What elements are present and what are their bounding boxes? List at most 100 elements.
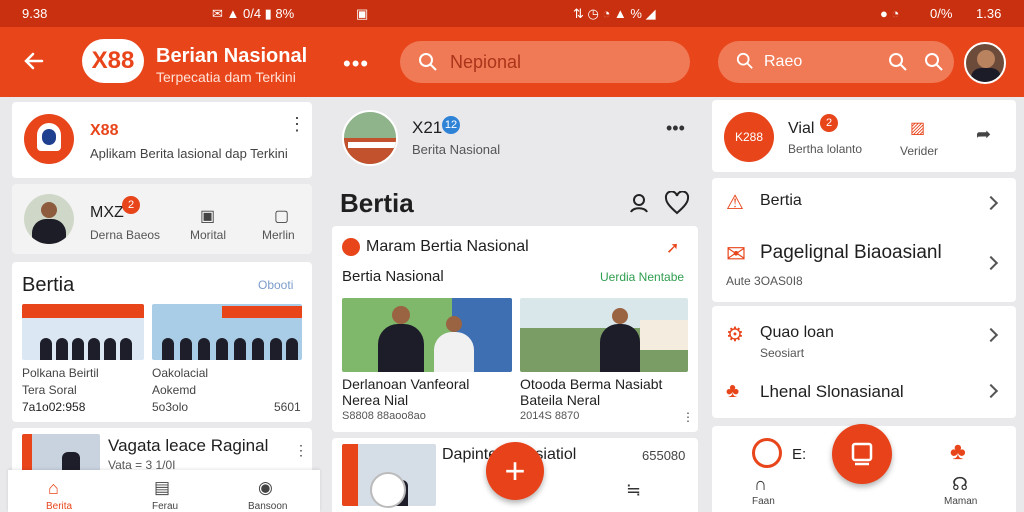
news-photo-2[interactable]: [152, 304, 302, 360]
notification-icon: ▣: [356, 6, 369, 21]
right-profile-card[interactable]: K288 Vial 2 Bertha lolanto ▨ Verider ➦: [712, 100, 1016, 172]
source-name: X21: [412, 118, 443, 137]
news2-title[interactable]: Oakolacial: [152, 366, 208, 380]
search-input-middle[interactable]: Nepional: [450, 52, 521, 73]
bell-icon[interactable]: ∩: [754, 474, 767, 495]
group-icon[interactable]: ☊: [952, 474, 968, 495]
user-row[interactable]: MXZ 2 Derna Baeos ▣ Morital ▢ Merlin: [12, 184, 312, 254]
more-vert-icon[interactable]: ⋮: [288, 115, 306, 133]
chevron-right-icon[interactable]: [983, 255, 999, 271]
share-icon[interactable]: ➚: [666, 238, 679, 258]
section-title: Bertia: [22, 274, 75, 296]
tablet-icon: [851, 442, 873, 466]
chevron-right-icon[interactable]: [983, 383, 999, 399]
profile-card[interactable]: X88 Aplikam Berita lasional dap Terkini …: [12, 102, 312, 178]
nav-item-bansoon[interactable]: Bansoon: [248, 501, 287, 512]
news2-sub: Aokemd: [152, 383, 197, 397]
list-item[interactable]: Vagata leace Raginal Vata = 3 1/0I ⋮: [12, 428, 312, 474]
chevron-right-icon[interactable]: [983, 327, 999, 343]
more-vert-icon[interactable]: ⋮: [294, 442, 308, 459]
more-dots-icon[interactable]: •••: [343, 51, 369, 77]
news1-meta: 7a1o02:958: [22, 400, 86, 414]
action-morital[interactable]: Morital: [190, 228, 226, 242]
status-icons-left: ✉ ▲ 0/4 ▮ 8%: [212, 6, 295, 21]
section-link[interactable]: Obooti: [258, 278, 293, 292]
search-icon[interactable]: [924, 52, 944, 72]
user-badge: 2: [122, 196, 140, 214]
app-subtitle: Terpecatia dam Terkini: [156, 69, 296, 85]
battery-text: 0/%: [930, 6, 953, 21]
profile-sub: Bertha lolanto: [788, 142, 863, 156]
menu-item-meta: Aute 3OAS0I8: [726, 274, 803, 288]
menu-item-bertia[interactable]: Bertia: [760, 192, 802, 210]
back-arrow-icon[interactable]: [22, 49, 46, 73]
search-icon[interactable]: [888, 52, 908, 72]
card-tag[interactable]: Uerdia Nentabe: [600, 270, 684, 284]
people-icon[interactable]: ♣: [950, 438, 966, 466]
search-icon: [419, 53, 437, 71]
nav-item-faan[interactable]: Faan: [752, 496, 775, 507]
news2-meta: 5o3olo: [152, 400, 189, 414]
nav-item-maman[interactable]: Maman: [944, 496, 977, 507]
story1-photo[interactable]: [342, 298, 512, 372]
alert-icon: ⚠: [726, 192, 744, 214]
status-time-right: 1.36: [976, 6, 1002, 21]
add-fab-button[interactable]: +: [486, 442, 544, 500]
chevron-right-icon[interactable]: [983, 195, 999, 211]
app-screens: 9.38 ✉ ▲ 0/4 ▮ 8% ▣ ⇅ ◷ ◔ ▲ % ◢ ● ◔ 0/% …: [0, 0, 1024, 512]
profile-action[interactable]: Verider: [900, 144, 938, 158]
block-icon[interactable]: [752, 438, 782, 468]
user-avatar: [24, 194, 74, 244]
bottom-nav-left: ⌂ Berita ▤ Ferau ◉ Bansoon: [8, 470, 320, 512]
search-bar-middle[interactable]: Nepional: [400, 41, 690, 83]
news-icon[interactable]: ▤: [154, 478, 170, 498]
edit-icon[interactable]: ▨: [910, 118, 925, 138]
page-heading: Bertia: [340, 188, 414, 218]
nav-item-ferau[interactable]: Ferau: [152, 501, 178, 512]
tablet-fab-button[interactable]: [832, 424, 892, 484]
story1-sub: Nerea Nial: [342, 392, 409, 408]
emblem-logo: [24, 114, 74, 164]
status-icons-right: ● ◔: [880, 6, 900, 21]
sync-icon[interactable]: [370, 472, 406, 508]
story1-title[interactable]: Derlanoan Vanfeoral: [342, 376, 469, 392]
status-bar: 9.38 ✉ ▲ 0/4 ▮ 8% ▣ ⇅ ◷ ◔ ▲ % ◢ ● ◔ 0/% …: [0, 0, 1024, 27]
user-avatar[interactable]: [964, 42, 1006, 84]
menu-group-2: ⚙ Quao loan Seosiart ♣ Lhenal Slonasiana…: [712, 306, 1016, 418]
profile-icon[interactable]: [628, 192, 650, 214]
story2-photo[interactable]: [520, 298, 688, 372]
nav-item-berita[interactable]: Berita: [46, 501, 72, 512]
menu-item-pagelignal[interactable]: Pagelignal Biaoasianl: [760, 242, 942, 264]
source-avatar[interactable]: [342, 110, 398, 166]
more-vert-icon[interactable]: ⋮: [682, 410, 694, 424]
profile-logo: K288: [724, 112, 774, 162]
search-input-right[interactable]: Raeo: [764, 53, 802, 71]
user-name: MXZ: [90, 204, 124, 221]
app-bar: X88 Berian Nasional Terpecatia dam Terki…: [0, 27, 1024, 97]
home-icon[interactable]: ⌂: [48, 478, 59, 499]
news1-title[interactable]: Polkana Beirtil: [22, 366, 99, 380]
menu-item-quao[interactable]: Quao loan: [760, 324, 834, 342]
story1-meta: S8808 88aoo8ao: [342, 410, 426, 422]
news-section: Bertia Obooti Polkana Beirtil Tera Soral…: [12, 262, 312, 422]
image-icon[interactable]: ▣: [200, 206, 215, 226]
more-dots-icon[interactable]: •••: [666, 118, 685, 139]
bottom-story-count: 655080: [642, 448, 686, 463]
sort-icon[interactable]: ≒: [626, 480, 641, 501]
bookmark-icon[interactable]: ▢: [274, 206, 289, 226]
source-desc: Berita Nasional: [412, 142, 501, 157]
search-icon: [736, 52, 753, 69]
heart-icon[interactable]: [664, 191, 690, 215]
partial-label: E:: [792, 446, 807, 463]
share-icon[interactable]: ➦: [976, 124, 991, 145]
search-bar-right[interactable]: Raeo: [718, 41, 954, 83]
action-merlin[interactable]: Merlin: [262, 228, 295, 242]
story2-title[interactable]: Otooda Berma Nasiabt: [520, 376, 662, 392]
menu-group-1: ⚠ Bertia ✉ Pagelignal Biaoasianl Aute 3O…: [712, 178, 1016, 302]
play-icon[interactable]: ◉: [258, 478, 273, 498]
menu-item-lhenal[interactable]: Lhenal Slonasianal: [760, 382, 904, 402]
news-photo-1[interactable]: [22, 304, 144, 360]
news1-sub: Tera Soral: [22, 383, 77, 397]
card-title[interactable]: Maram Bertia Nasional: [366, 238, 529, 256]
gear-icon: ⚙: [726, 324, 744, 346]
